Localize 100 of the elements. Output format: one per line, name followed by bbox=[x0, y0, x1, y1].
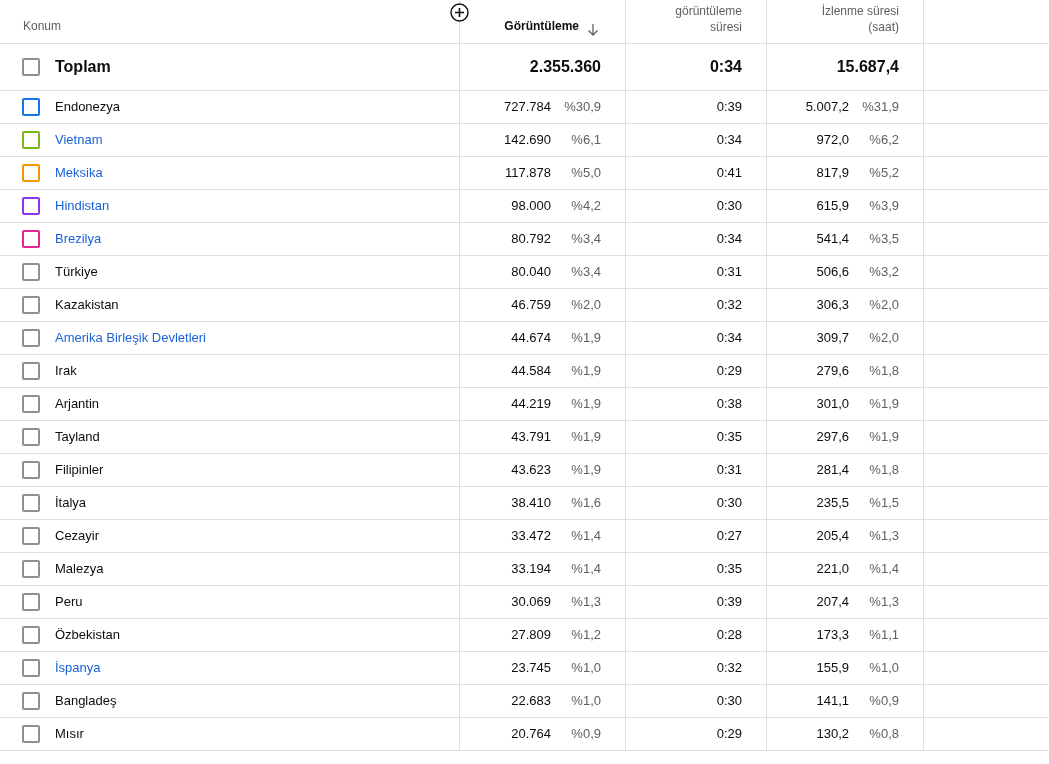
table-cell-text: 38.410 bbox=[511, 494, 551, 513]
country-name: Cezayir bbox=[55, 527, 100, 546]
total-value: 2.355.360 bbox=[529, 57, 601, 77]
country-link[interactable]: Vietnam bbox=[55, 130, 103, 150]
country-name: Peru bbox=[55, 593, 83, 612]
table-cell-text: 0:29 bbox=[716, 725, 742, 744]
checkbox[interactable] bbox=[22, 329, 40, 347]
total-value: 0:34 bbox=[709, 57, 742, 77]
table-cell-text: %2,0 bbox=[570, 296, 601, 315]
table-cell-text: %6,1 bbox=[570, 131, 601, 150]
table-cell-text: 541,4 bbox=[816, 230, 849, 249]
table-cell-text: %1,6 bbox=[570, 494, 601, 513]
table-cell-text: %1,8 bbox=[868, 362, 899, 381]
table-cell-text: %1,0 bbox=[868, 659, 899, 678]
table-cell-text: 30.069 bbox=[511, 593, 551, 612]
checkbox[interactable] bbox=[22, 527, 40, 545]
table-cell-text: %1,8 bbox=[868, 461, 899, 480]
table-cell-text: 0:29 bbox=[716, 362, 742, 381]
checkbox[interactable] bbox=[22, 659, 40, 677]
checkbox[interactable] bbox=[22, 131, 40, 149]
column-header[interactable]: Görüntüleme bbox=[504, 17, 579, 35]
table-cell-text: %1,9 bbox=[570, 362, 601, 381]
table-cell-text: 0:31 bbox=[716, 263, 742, 282]
country-name: İtalya bbox=[55, 494, 87, 513]
table-cell-text: 0:32 bbox=[716, 296, 742, 315]
table-cell-text: %1,9 bbox=[868, 395, 899, 414]
table-cell-text: %2,0 bbox=[868, 329, 899, 348]
table-cell-text: 0:39 bbox=[716, 98, 742, 117]
table-cell-text: 817,9 bbox=[816, 164, 849, 183]
checkbox[interactable] bbox=[22, 593, 40, 611]
table-cell-text: 306,3 bbox=[816, 296, 849, 315]
checkbox[interactable] bbox=[22, 362, 40, 380]
table-cell-text: 205,4 bbox=[816, 527, 849, 546]
table-cell-text: 0:27 bbox=[716, 527, 742, 546]
checkbox[interactable] bbox=[22, 626, 40, 644]
table-cell-text: %1,9 bbox=[570, 428, 601, 447]
checkbox[interactable] bbox=[22, 230, 40, 248]
table-cell-text: 44.674 bbox=[511, 329, 551, 348]
country-name: Kazakistan bbox=[55, 296, 119, 315]
table-cell-text: 80.040 bbox=[511, 263, 551, 282]
add-column-icon[interactable] bbox=[450, 3, 469, 22]
table-cell-text: %1,4 bbox=[570, 560, 601, 579]
checkbox[interactable] bbox=[22, 692, 40, 710]
table-cell-text: 506,6 bbox=[816, 263, 849, 282]
country-name: Bangladeş bbox=[55, 692, 117, 711]
country-link[interactable]: Meksika bbox=[55, 163, 103, 183]
total-label: Toplam bbox=[55, 57, 111, 77]
checkbox[interactable] bbox=[22, 98, 40, 116]
checkbox[interactable] bbox=[22, 428, 40, 446]
table-cell-text: %1,1 bbox=[868, 626, 899, 645]
table-cell-text: 0:38 bbox=[716, 395, 742, 414]
country-name: Endonezya bbox=[55, 98, 121, 117]
checkbox[interactable] bbox=[22, 725, 40, 743]
table-cell-text: 0:35 bbox=[716, 428, 742, 447]
checkbox[interactable] bbox=[22, 296, 40, 314]
table-cell-text: 0:34 bbox=[716, 131, 742, 150]
table-cell-text: %1,2 bbox=[570, 626, 601, 645]
country-name: Malezya bbox=[55, 560, 104, 579]
table-cell-text: 141,1 bbox=[816, 692, 849, 711]
table-cell-text: 23.745 bbox=[511, 659, 551, 678]
country-link[interactable]: Brezilya bbox=[55, 229, 102, 249]
table-cell-text: 130,2 bbox=[816, 725, 849, 744]
table-cell-text: 0:30 bbox=[716, 692, 742, 711]
country-link[interactable]: İspanya bbox=[55, 658, 101, 678]
checkbox[interactable] bbox=[22, 560, 40, 578]
checkbox[interactable] bbox=[22, 58, 40, 76]
table-cell-text: %3,4 bbox=[570, 230, 601, 249]
country-name: Filipinler bbox=[55, 461, 104, 480]
checkbox[interactable] bbox=[22, 494, 40, 512]
table-cell-text: 0:39 bbox=[716, 593, 742, 612]
checkbox[interactable] bbox=[22, 395, 40, 413]
table-cell-text: 281,4 bbox=[816, 461, 849, 480]
column-header: Konum bbox=[23, 18, 62, 35]
table-cell-text: %5,2 bbox=[868, 164, 899, 183]
country-link[interactable]: Amerika Birleşik Devletleri bbox=[55, 328, 206, 348]
checkbox[interactable] bbox=[22, 164, 40, 182]
table-cell-text: %2,0 bbox=[868, 296, 899, 315]
table-cell-text: 0:34 bbox=[716, 230, 742, 249]
table-cell-text: %0,8 bbox=[868, 725, 899, 744]
country-link[interactable]: Hindistan bbox=[55, 196, 110, 216]
country-name: Arjantin bbox=[55, 395, 100, 414]
country-name: Türkiye bbox=[55, 263, 98, 282]
country-name: Tayland bbox=[55, 428, 100, 447]
table-cell-text: 33.472 bbox=[511, 527, 551, 546]
table-cell-text: %0,9 bbox=[868, 692, 899, 711]
checkbox[interactable] bbox=[22, 461, 40, 479]
checkbox[interactable] bbox=[22, 263, 40, 281]
table-cell-text: 0:31 bbox=[716, 461, 742, 480]
table-cell-text: %3,5 bbox=[868, 230, 899, 249]
table-cell-text: 43.623 bbox=[511, 461, 551, 480]
table-cell-text: 142.690 bbox=[504, 131, 551, 150]
table-cell-text: 301,0 bbox=[816, 395, 849, 414]
checkbox[interactable] bbox=[22, 197, 40, 215]
sort-descending-icon[interactable] bbox=[587, 23, 599, 37]
table-cell-text: 221,0 bbox=[816, 560, 849, 579]
table-cell-text: 44.219 bbox=[511, 395, 551, 414]
country-name: Mısır bbox=[55, 725, 84, 744]
table-cell-text: 0:30 bbox=[716, 197, 742, 216]
table-cell-text: 309,7 bbox=[816, 329, 849, 348]
table-cell-text: %31,9 bbox=[861, 98, 899, 117]
